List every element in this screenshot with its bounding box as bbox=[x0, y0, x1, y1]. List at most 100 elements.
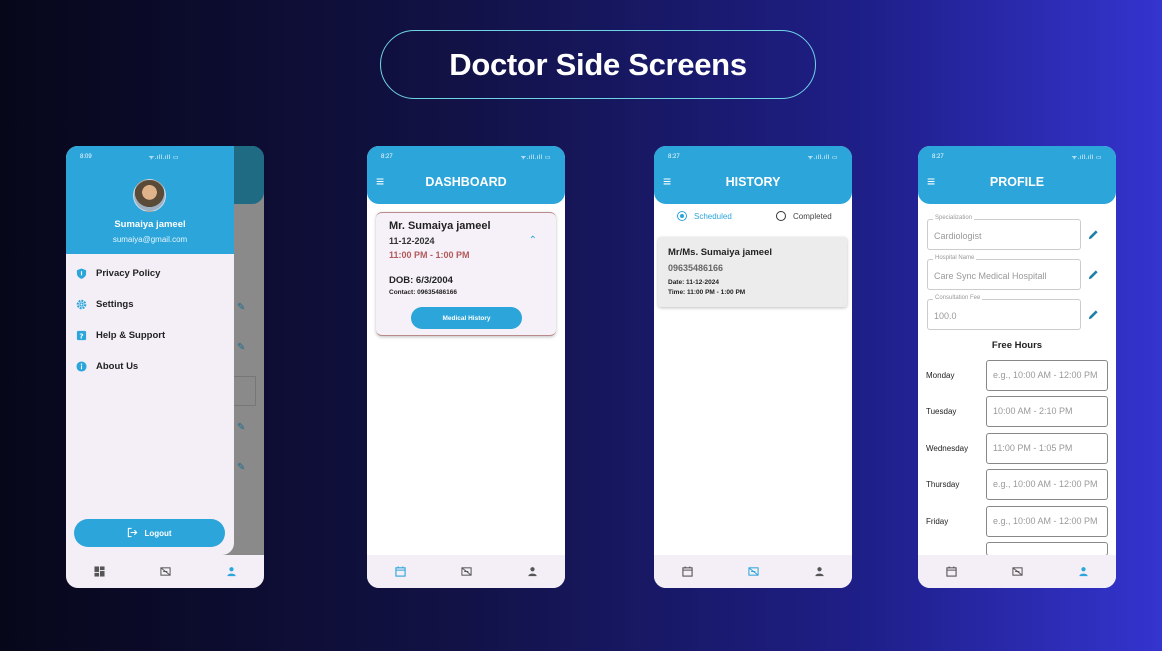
avatar[interactable] bbox=[133, 179, 166, 212]
navigation-drawer: 8:09 ᯤ.ıll.ıll ▭ Sumaiya jameel sumaiya@… bbox=[66, 146, 234, 555]
screen-title: HISTORY bbox=[725, 175, 781, 189]
phone-dashboard-screen: ≡ DASHBOARD 8:27 ᯤ.ıll.ıll ▭ Mr. Sumaiya… bbox=[367, 146, 565, 588]
menu-icon[interactable]: ≡ bbox=[927, 174, 935, 188]
bottom-navigation bbox=[66, 555, 264, 588]
appointment-date: 11-12-2024 bbox=[389, 236, 435, 246]
thursday-hours-input[interactable]: e.g., 10:00 AM - 12:00 PM bbox=[986, 469, 1108, 500]
day-label: Tuesday bbox=[926, 407, 957, 416]
drawer-item-help-support[interactable]: ? Help & Support bbox=[76, 330, 165, 341]
calendar-icon[interactable] bbox=[944, 565, 958, 579]
bottom-navigation bbox=[367, 555, 565, 588]
status-time: 8:27 bbox=[381, 154, 393, 160]
status-bar: 8:27 ᯤ.ıll.ıll ▭ bbox=[918, 146, 1116, 168]
drawer-item-label: About Us bbox=[96, 361, 139, 372]
edit-icon: ✎ bbox=[237, 462, 246, 473]
status-icons: ᯤ.ıll.ıll ▭ bbox=[148, 155, 179, 161]
status-icons: ᯤ.ıll.ıll ▭ bbox=[1071, 155, 1102, 161]
field-label: Specialization bbox=[933, 215, 975, 221]
drawer-user-email: sumaiya@gmail.com bbox=[112, 235, 188, 244]
consultation-fee-field[interactable]: Consultation Fee 100.0 bbox=[927, 295, 1081, 330]
profile-icon[interactable] bbox=[1076, 565, 1090, 579]
hospital-name-field[interactable]: Hospital Name Care Sync Medical Hospital… bbox=[927, 255, 1081, 290]
field-value: 100.0 bbox=[934, 311, 957, 321]
profile-icon[interactable] bbox=[525, 565, 539, 579]
day-label: Monday bbox=[926, 371, 955, 380]
tab-scheduled[interactable]: Scheduled bbox=[677, 211, 732, 221]
edit-icon[interactable] bbox=[1088, 307, 1099, 320]
specialization-field[interactable]: Specialization Cardiologist bbox=[927, 215, 1081, 250]
monday-hours-input[interactable]: e.g., 10:00 AM - 12:00 PM bbox=[986, 360, 1108, 391]
screen-title: DASHBOARD bbox=[425, 175, 507, 189]
chevron-up-icon[interactable]: ⌃ bbox=[529, 235, 537, 246]
day-label: Friday bbox=[926, 517, 949, 526]
edit-icon[interactable] bbox=[1088, 267, 1099, 280]
drawer-item-label: Help & Support bbox=[96, 330, 166, 341]
history-icon[interactable] bbox=[1010, 565, 1024, 579]
history-icon[interactable] bbox=[158, 565, 172, 579]
tab-completed[interactable]: Completed bbox=[776, 211, 832, 221]
phone-drawer-screen: ✎ ✎ ✎ ✎ 8:09 ᯤ.ıll.ıll ▭ Sumaiya jameel … bbox=[66, 146, 264, 588]
phone-profile-screen: Specialization Cardiologist Hospital Nam… bbox=[918, 146, 1116, 588]
status-icons: ᯤ.ıll.ıll ▭ bbox=[520, 155, 551, 161]
field-label: Consultation Fee bbox=[933, 295, 983, 301]
drawer-item-label: Settings bbox=[96, 299, 134, 310]
screen-title: PROFILE bbox=[989, 175, 1045, 189]
appointment-card[interactable]: Mr. Sumaiya jameel 11-12-2024 ⌃ 11:00 PM… bbox=[376, 212, 556, 336]
record-date: Date: 11-12-2024 bbox=[668, 279, 719, 286]
bottom-navigation bbox=[918, 555, 1116, 588]
history-icon[interactable] bbox=[746, 565, 760, 579]
radio-unselected-icon bbox=[776, 211, 786, 221]
profile-icon[interactable] bbox=[812, 565, 826, 579]
profile-icon[interactable] bbox=[224, 565, 238, 579]
edit-icon: ✎ bbox=[237, 342, 246, 353]
menu-icon[interactable]: ≡ bbox=[376, 174, 384, 188]
day-label: Wednesday bbox=[926, 444, 969, 453]
drawer-item-settings[interactable]: Settings bbox=[76, 299, 133, 310]
info-icon bbox=[76, 361, 87, 372]
saturday-hours-input-partial[interactable] bbox=[986, 542, 1108, 556]
drawer-item-privacy-policy[interactable]: Privacy Policy bbox=[76, 268, 160, 279]
drawer-item-about-us[interactable]: About Us bbox=[76, 361, 138, 372]
edit-icon: ✎ bbox=[237, 422, 246, 433]
drawer-item-label: Privacy Policy bbox=[96, 268, 161, 279]
phone-history-screen: ≡ HISTORY 8:27 ᯤ.ıll.ıll ▭ Scheduled Com… bbox=[654, 146, 852, 588]
calendar-icon[interactable] bbox=[680, 565, 694, 579]
calendar-icon[interactable] bbox=[393, 565, 407, 579]
patient-dob: DOB: 6/3/2004 bbox=[389, 275, 453, 286]
status-bar: 8:27 ᯤ.ıll.ıll ▭ bbox=[654, 146, 852, 168]
page-title: Doctor Side Screens bbox=[380, 30, 816, 99]
field-label: Hospital Name bbox=[933, 255, 977, 261]
status-bar: 8:09 ᯤ.ıll.ıll ▭ bbox=[66, 146, 234, 168]
svg-text:?: ? bbox=[79, 331, 83, 340]
gear-icon bbox=[76, 299, 87, 310]
history-icon[interactable] bbox=[459, 565, 473, 579]
patient-name: Mr. Sumaiya jameel bbox=[389, 220, 491, 232]
appointment-time: 11:00 PM - 1:00 PM bbox=[389, 250, 470, 260]
logout-icon bbox=[127, 527, 138, 540]
status-time: 8:27 bbox=[668, 154, 680, 160]
patient-name: Mr/Ms. Sumaiya jameel bbox=[668, 247, 773, 258]
status-time: 8:27 bbox=[932, 154, 944, 160]
medical-history-button[interactable]: Medical History bbox=[411, 307, 522, 329]
logout-button[interactable]: Logout bbox=[74, 519, 225, 547]
field-value: Care Sync Medical Hospitall bbox=[934, 271, 1047, 281]
background-field bbox=[232, 376, 256, 406]
edit-icon[interactable] bbox=[1088, 227, 1099, 240]
tab-completed-label: Completed bbox=[793, 211, 832, 221]
history-record-card[interactable]: Mr/Ms. Sumaiya jameel 09635486166 Date: … bbox=[658, 237, 847, 307]
tuesday-hours-input[interactable]: 10:00 AM - 2:10 PM bbox=[986, 396, 1108, 427]
shield-icon bbox=[76, 268, 87, 279]
record-time: Time: 11:00 PM - 1:00 PM bbox=[668, 289, 746, 296]
bottom-navigation bbox=[654, 555, 852, 588]
status-bar: 8:27 ᯤ.ıll.ıll ▭ bbox=[367, 146, 565, 168]
status-icons: ᯤ.ıll.ıll ▭ bbox=[807, 155, 838, 161]
tab-scheduled-label: Scheduled bbox=[694, 211, 732, 221]
friday-hours-input[interactable]: e.g., 10:00 AM - 12:00 PM bbox=[986, 506, 1108, 537]
menu-icon[interactable]: ≡ bbox=[663, 174, 671, 188]
free-hours-title: Free Hours bbox=[991, 340, 1043, 351]
radio-selected-icon bbox=[677, 211, 687, 221]
patient-phone: 09635486166 bbox=[668, 263, 724, 273]
dashboard-icon[interactable] bbox=[92, 565, 106, 579]
status-time: 8:09 bbox=[80, 154, 92, 160]
wednesday-hours-input[interactable]: 11:00 PM - 1:05 PM bbox=[986, 433, 1108, 464]
